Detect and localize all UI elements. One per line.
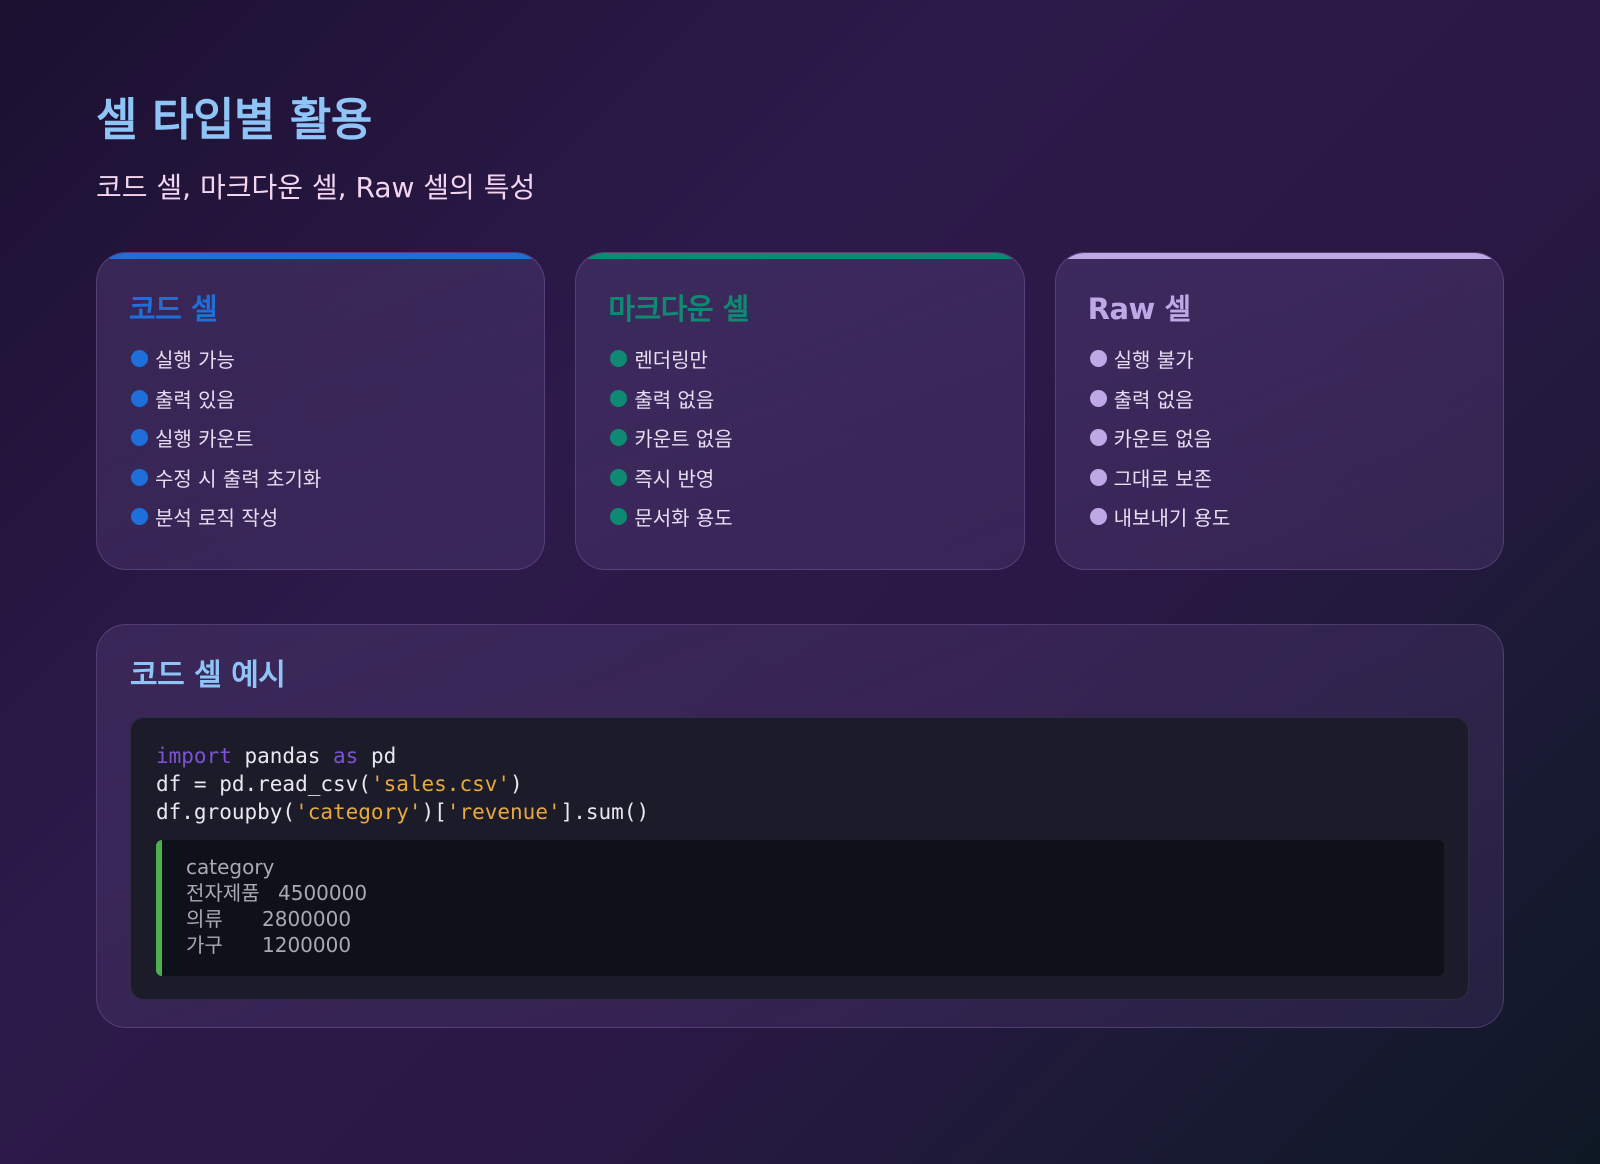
slide: 셀 타입별 활용 코드 셀, 마크다운 셀, Raw 셀의 특성 코드 셀 실행…: [96, 88, 1504, 1028]
list-item-label: 실행 가능: [155, 348, 235, 373]
output-key: 의류: [186, 907, 223, 931]
cell-type-cards: 코드 셀 실행 가능 출력 있음 실행 카운트 수정 시 출력 초기화 분석 로…: [96, 252, 1504, 570]
card-accent-bar: [576, 253, 1024, 259]
card-title: 마크다운 셀: [608, 292, 749, 326]
bullet-dot-icon: [1089, 350, 1107, 368]
code-token: pd: [358, 744, 397, 768]
bullet-dot-icon: [610, 350, 628, 368]
bullet-dot-icon: [1089, 508, 1107, 526]
feature-list: 렌더링만 출력 없음 카운트 없음 즉시 반영 문서화 용도: [608, 339, 991, 537]
list-item: 실행 카운트: [129, 418, 512, 458]
list-item-label: 실행 불가: [1113, 348, 1194, 373]
list-item: 카운트 없음: [608, 418, 991, 458]
list-item-label: 즉시 반영: [634, 466, 715, 491]
output-header: category: [186, 855, 275, 879]
markdown-cell-card: 마크다운 셀 렌더링만 출력 없음 카운트 없음 즉시 반영 문서화 용도: [575, 252, 1025, 570]
card-accent-bar: [97, 253, 545, 259]
output-key: 전자제품: [186, 881, 260, 905]
output-row: 가구 1200000: [186, 932, 1420, 958]
list-item-label: 카운트 없음: [1113, 427, 1213, 452]
example-title: 코드 셀 예시: [130, 658, 286, 693]
list-item-label: 카운트 없음: [634, 427, 733, 452]
list-item: 문서화 용도: [608, 497, 991, 537]
output-value: 2800000: [262, 907, 352, 931]
bullet-dot-icon: [610, 389, 628, 407]
code-token: df = pd.read_csv(: [156, 772, 371, 796]
bullet-dot-icon: [131, 468, 148, 486]
bullet-dot-icon: [131, 389, 148, 407]
list-item: 즉시 반영: [608, 458, 991, 498]
list-item-label: 출력 없음: [1113, 387, 1194, 412]
bullet-dot-icon: [1089, 468, 1107, 486]
output-value: 1200000: [262, 933, 352, 957]
code-token: df.groupby(: [156, 800, 296, 824]
list-item-label: 내보내기 용도: [1113, 506, 1231, 531]
list-item-label: 출력 있음: [155, 387, 235, 412]
output-value: 4500000: [278, 881, 368, 905]
string-token: 'sales.csv': [370, 772, 511, 796]
bullet-dot-icon: [1089, 389, 1107, 407]
list-item: 실행 불가: [1088, 339, 1471, 379]
list-item: 카운트 없음: [1088, 418, 1471, 458]
list-item-label: 그대로 보존: [1113, 466, 1213, 491]
list-item: 출력 없음: [1088, 379, 1471, 419]
code-token: )[: [421, 800, 447, 824]
code-token: ].sum(): [560, 800, 650, 824]
card-accent-bar: [1055, 253, 1503, 259]
code-cell[interactable]: import pandas as pd df = pd.read_csv('sa…: [130, 717, 1469, 1000]
code-cell-card: 코드 셀 실행 가능 출력 있음 실행 카운트 수정 시 출력 초기화 분석 로…: [96, 252, 546, 570]
list-item: 그대로 보존: [1088, 458, 1471, 498]
card-title: Raw 셀: [1087, 292, 1191, 326]
output-row: 전자제품 4500000: [186, 880, 1420, 906]
bullet-dot-icon: [610, 508, 628, 526]
string-token: 'category': [295, 800, 422, 824]
list-item: 분석 로직 작성: [129, 497, 512, 537]
list-item-label: 실행 카운트: [155, 427, 254, 452]
list-item: 출력 있음: [129, 379, 512, 419]
list-item-label: 문서화 용도: [634, 506, 733, 531]
keyword-token: import: [156, 744, 232, 768]
page-subtitle: 코드 셀, 마크다운 셀, Raw 셀의 특성: [96, 171, 536, 204]
code-block[interactable]: import pandas as pd df = pd.read_csv('sa…: [156, 742, 1444, 826]
list-item-label: 분석 로직 작성: [155, 506, 279, 531]
code-token: ): [510, 772, 523, 796]
cell-output: category 전자제품 4500000 의류 2800000 가구 1200…: [156, 840, 1444, 976]
output-row: 의류 2800000: [186, 906, 1420, 932]
list-item: 실행 가능: [129, 339, 512, 379]
list-item: 내보내기 용도: [1088, 497, 1471, 537]
code-line: df = pd.read_csv('sales.csv'): [156, 772, 523, 796]
code-token: pandas: [231, 744, 334, 768]
feature-list: 실행 가능 출력 있음 실행 카운트 수정 시 출력 초기화 분석 로직 작성: [129, 339, 512, 537]
code-cell-example-panel: 코드 셀 예시 import pandas as pd df = pd.read…: [96, 624, 1504, 1028]
feature-list: 실행 불가 출력 없음 카운트 없음 그대로 보존 내보내기 용도: [1088, 339, 1471, 537]
list-item-label: 출력 없음: [634, 387, 715, 412]
keyword-token: as: [333, 744, 359, 768]
bullet-dot-icon: [610, 429, 628, 447]
list-item-label: 렌더링만: [634, 348, 708, 373]
list-item-label: 수정 시 출력 초기화: [155, 466, 322, 491]
output-key: 가구: [186, 933, 223, 957]
code-line: df.groupby('category')['revenue'].sum(): [156, 800, 649, 824]
card-title: 코드 셀: [129, 292, 218, 326]
list-item: 수정 시 출력 초기화: [129, 458, 512, 498]
bullet-dot-icon: [610, 468, 628, 486]
bullet-dot-icon: [131, 508, 148, 526]
bullet-dot-icon: [131, 429, 148, 447]
list-item: 출력 없음: [608, 379, 991, 419]
page-title: 셀 타입별 활용: [96, 93, 372, 146]
list-item: 렌더링만: [608, 339, 991, 379]
bullet-dot-icon: [1089, 429, 1107, 447]
code-line: import pandas as pd: [156, 744, 396, 768]
raw-cell-card: Raw 셀 실행 불가 출력 없음 카운트 없음 그대로 보존 내보내기 용도: [1054, 252, 1504, 570]
bullet-dot-icon: [131, 350, 148, 368]
string-token: 'revenue': [446, 800, 561, 824]
